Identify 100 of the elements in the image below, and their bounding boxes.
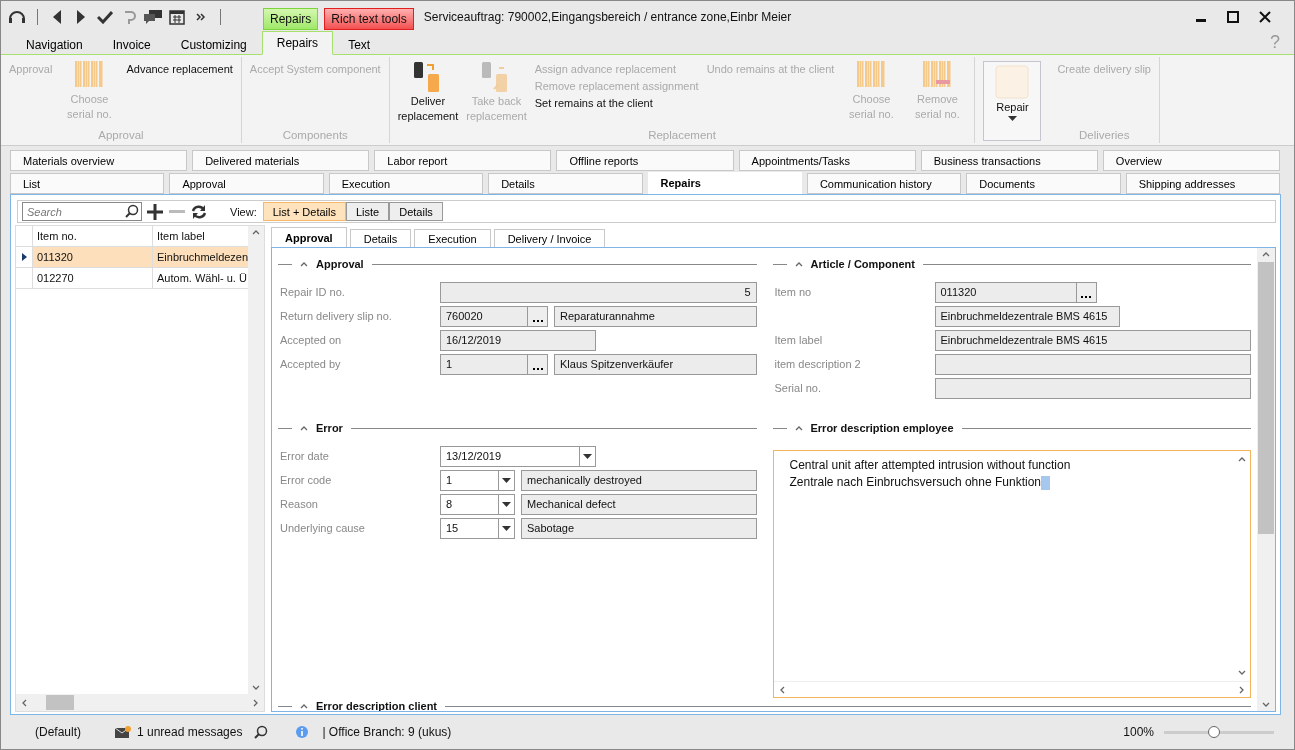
- tab[interactable]: Approval: [169, 173, 324, 194]
- search-icon[interactable]: [125, 204, 139, 218]
- description-field: Mechanical defect: [521, 493, 757, 515]
- scroll-thumb[interactable]: [46, 695, 74, 710]
- lookup-field[interactable]: 760020: [440, 305, 528, 327]
- tab[interactable]: Repairs: [647, 172, 802, 194]
- chevron-icon[interactable]: [1262, 701, 1270, 709]
- tab[interactable]: Communication history: [806, 173, 962, 194]
- context-tab-label: Rich text tools: [324, 8, 414, 30]
- text-field[interactable]: Einbruchmeldezentrale BMS 4615: [934, 329, 1251, 351]
- combo-field[interactable]: 1: [440, 469, 515, 491]
- ribbon-tab[interactable]: Repairs: [261, 31, 334, 55]
- ribbon-tab[interactable]: Invoice: [97, 33, 166, 55]
- table-cell[interactable]: Einbruchmeldezen: [152, 247, 248, 267]
- ellipsis-icon: [532, 319, 543, 322]
- tab[interactable]: Details: [488, 173, 643, 194]
- field-label: Error code: [279, 474, 333, 486]
- text-field[interactable]: Einbruchmeldezentrale BMS 4615: [934, 305, 1121, 327]
- tab[interactable]: Delivered materials: [192, 150, 370, 171]
- table-cell[interactable]: Autom. Wähl- u. Ü: [152, 268, 248, 288]
- vertical-scrollbar[interactable]: [1257, 248, 1275, 711]
- date-field[interactable]: 13/12/2019: [440, 445, 596, 467]
- ribbon-tab[interactable]: Text: [333, 33, 386, 55]
- view-toggle[interactable]: List + Details: [262, 202, 346, 221]
- horizontal-scrollbar[interactable]: [16, 694, 264, 711]
- caret-icon: [583, 453, 592, 459]
- text-area[interactable]: Central unit after attempted intrusion without function Zentrale nach Einbruchsversuch ohne Funktion: [772, 450, 1251, 698]
- vertical-scrollbar[interactable]: [248, 226, 264, 694]
- table-cell[interactable]: 011320: [32, 247, 152, 267]
- tab[interactable]: Business transactions: [920, 150, 1098, 171]
- messages-label[interactable]: 1 unread messages: [137, 725, 243, 739]
- text-field[interactable]: [934, 353, 1251, 375]
- ribbon-button[interactable]: Deliver replacement: [397, 61, 459, 129]
- combo-field[interactable]: 8: [440, 493, 515, 515]
- window-title: Serviceauftrag: 790002,Eingangsbereich / entrance zone,Einbr Meier: [423, 9, 792, 24]
- group-label: Approval: [97, 129, 145, 141]
- dropdown-button[interactable]: Repair: [983, 61, 1042, 141]
- tab[interactable]: Approval: [271, 227, 347, 248]
- combo-field[interactable]: 15: [440, 517, 515, 539]
- caret-icon: [502, 501, 511, 507]
- collapse-icon[interactable]: [300, 424, 308, 432]
- calendar-icon[interactable]: [168, 7, 186, 26]
- caret-icon: [1007, 116, 1017, 121]
- view-toggle[interactable]: Liste: [346, 202, 390, 221]
- caret-icon: [502, 477, 511, 483]
- collapse-icon[interactable]: [300, 260, 308, 268]
- chevron-icon[interactable]: [20, 698, 28, 707]
- description-field: Sabotage: [521, 517, 757, 539]
- browse-button[interactable]: [528, 305, 548, 327]
- field-label: Repair ID no.: [279, 286, 346, 298]
- zoom-slider-thumb[interactable]: [1207, 725, 1220, 738]
- chevron-icon[interactable]: [1262, 250, 1270, 258]
- section-title: Error: [316, 422, 343, 434]
- chevron-icon[interactable]: [1238, 455, 1246, 463]
- view-toggle[interactable]: Details: [389, 202, 443, 221]
- add-icon[interactable]: [146, 202, 164, 221]
- text-field[interactable]: [934, 377, 1251, 399]
- ribbon-button[interactable]: Set remains at the client: [534, 97, 699, 109]
- view-label: View:: [230, 205, 257, 218]
- collapse-icon[interactable]: [794, 424, 803, 432]
- zoom-label: 100%: [1123, 725, 1154, 739]
- caret-icon: [502, 525, 511, 531]
- field-label: Return delivery slip no.: [279, 310, 393, 322]
- tab[interactable]: Appointments/Tasks: [738, 150, 916, 171]
- ribbon-button[interactable]: Advance replacement: [126, 63, 233, 75]
- tab[interactable]: Shipping addresses: [1125, 173, 1280, 194]
- lookup-field[interactable]: 1: [440, 353, 528, 375]
- profile-label: (Default): [35, 725, 81, 739]
- number-field[interactable]: 5: [440, 281, 757, 303]
- text-field[interactable]: 16/12/2019: [440, 329, 596, 351]
- ribbon-tab[interactable]: Navigation: [11, 33, 98, 55]
- ribbon-tab[interactable]: Customizing: [165, 33, 262, 55]
- browse-button[interactable]: [1076, 281, 1097, 303]
- description-field: mechanically destroyed: [521, 469, 757, 491]
- tab[interactable]: Materials overview: [10, 150, 188, 171]
- collapse-icon[interactable]: [300, 702, 308, 710]
- browse-button[interactable]: [528, 353, 548, 375]
- collapse-icon[interactable]: [794, 260, 803, 268]
- text-cursor: [1041, 475, 1050, 490]
- field-label: Item no: [773, 286, 813, 298]
- lookup-field[interactable]: 011320: [934, 281, 1077, 303]
- scroll-thumb[interactable]: [1258, 262, 1274, 534]
- tab[interactable]: Labor report: [374, 150, 552, 171]
- tab[interactable]: Offline reports: [556, 150, 734, 171]
- description-field: Klaus Spitzenverkäufer: [554, 353, 757, 375]
- group-label: Replacement: [647, 129, 717, 141]
- tab[interactable]: Execution: [414, 229, 491, 248]
- tab[interactable]: Execution: [328, 173, 484, 194]
- tab[interactable]: List: [10, 173, 165, 194]
- field-label: Accepted on: [279, 334, 343, 346]
- tab[interactable]: Documents: [966, 173, 1121, 194]
- ellipsis-icon: [532, 367, 543, 370]
- search-field[interactable]: Search: [22, 202, 142, 221]
- chat-icon[interactable]: [144, 7, 162, 26]
- group-label: Components: [281, 129, 349, 141]
- mail-icon: [115, 726, 131, 738]
- tab[interactable]: Overview: [1102, 150, 1280, 171]
- section-title: Error description employee: [810, 422, 954, 434]
- chevron-icon[interactable]: [252, 228, 260, 236]
- column-header[interactable]: Item no.: [32, 226, 152, 246]
